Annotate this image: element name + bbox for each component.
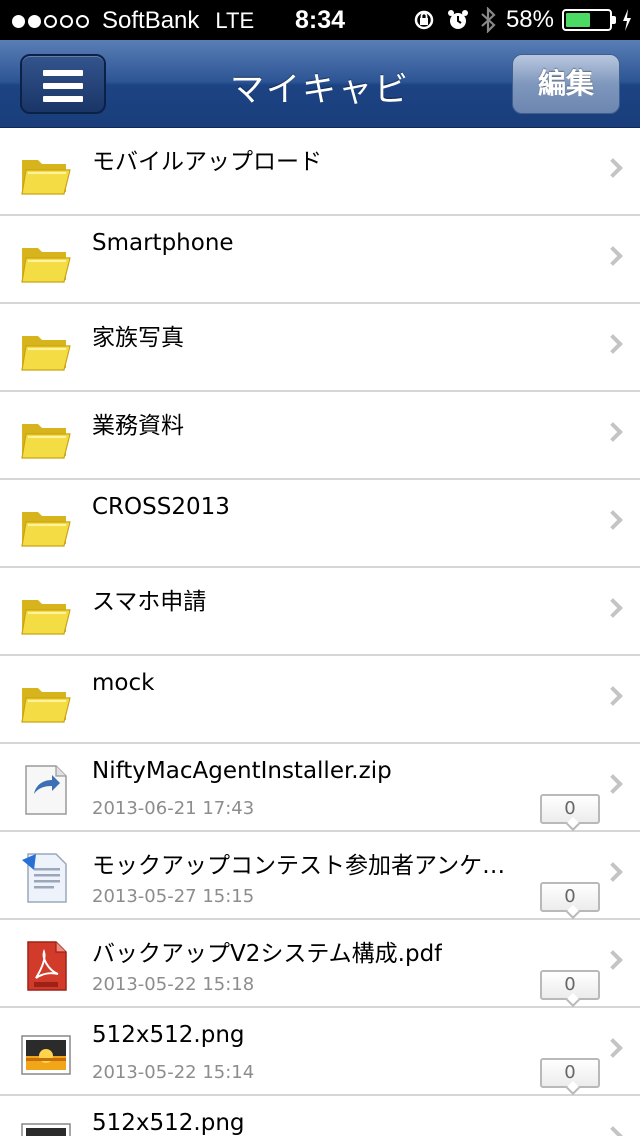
list-item[interactable]: 512x512.png (0, 1096, 640, 1136)
file-list[interactable]: モバイルアップロード Smartphone 家族写真 業務資料 CROSS201… (0, 128, 640, 1136)
battery-level (566, 13, 591, 27)
navigation-bar: マイキャビ 編集 (0, 40, 640, 128)
chevron-right-icon (603, 1038, 623, 1058)
page-title: マイキャビ (230, 70, 410, 110)
item-title: バックアップV2システム構成.pdf (92, 941, 443, 967)
folder-icon (20, 324, 72, 376)
chevron-right-icon (603, 510, 623, 530)
status-right: 58% (412, 6, 632, 34)
image-file-icon (20, 1116, 72, 1136)
item-title: モックアップコンテスト参加者アンケ… (92, 853, 506, 879)
document-file-icon (20, 852, 72, 904)
item-date: 2013-06-21 17:43 (92, 798, 255, 819)
item-title: モバイルアップロード (92, 149, 322, 175)
chevron-right-icon (603, 158, 623, 178)
bluetooth-icon (480, 7, 496, 33)
list-item[interactable]: バックアップV2システム構成.pdf 2013-05-22 15:18 0 (0, 920, 640, 1008)
comment-count-badge[interactable]: 0 (540, 970, 600, 1000)
list-item[interactable]: mock (0, 656, 640, 744)
chevron-right-icon (603, 598, 623, 618)
chevron-right-icon (603, 774, 623, 794)
battery-percent: 58% (505, 6, 554, 33)
chevron-right-icon (603, 334, 623, 354)
comment-count-badge[interactable]: 0 (540, 1058, 600, 1088)
charging-icon (622, 9, 632, 31)
chevron-right-icon (603, 422, 623, 442)
item-title: 512x512.png (92, 1022, 245, 1048)
item-title: Smartphone (92, 230, 234, 256)
list-item[interactable]: 512x512.png 2013-05-22 15:14 0 (0, 1008, 640, 1096)
item-date: 2013-05-27 15:15 (92, 886, 255, 907)
item-title: 512x512.png (92, 1110, 245, 1136)
folder-icon (20, 500, 72, 552)
list-item[interactable]: スマホ申請 (0, 568, 640, 656)
chevron-right-icon (603, 950, 623, 970)
rotation-lock-icon (412, 8, 436, 32)
chevron-right-icon (603, 1126, 623, 1136)
list-item[interactable]: 家族写真 (0, 304, 640, 392)
menu-button[interactable] (20, 54, 106, 114)
item-title: CROSS2013 (92, 494, 230, 520)
folder-icon (20, 588, 72, 640)
list-item[interactable]: CROSS2013 (0, 480, 640, 568)
list-item[interactable]: NiftyMacAgentInstaller.zip 2013-06-21 17:… (0, 744, 640, 832)
item-date: 2013-05-22 15:18 (92, 974, 255, 995)
folder-icon (20, 236, 72, 288)
pdf-file-icon (20, 940, 72, 992)
item-title: スマホ申請 (92, 589, 207, 615)
zip-file-icon (20, 764, 72, 816)
item-title: mock (92, 670, 155, 696)
item-title: 業務資料 (92, 413, 184, 439)
item-title: NiftyMacAgentInstaller.zip (92, 758, 392, 784)
alarm-icon (446, 8, 470, 32)
comment-count-badge[interactable]: 0 (540, 882, 600, 912)
list-item[interactable]: 業務資料 (0, 392, 640, 480)
folder-icon (20, 412, 72, 464)
list-item[interactable]: Smartphone (0, 216, 640, 304)
chevron-right-icon (603, 246, 623, 266)
item-date: 2013-05-22 15:14 (92, 1062, 255, 1083)
edit-button[interactable]: 編集 (512, 54, 620, 114)
list-item[interactable]: モックアップコンテスト参加者アンケ… 2013-05-27 15:15 0 (0, 832, 640, 920)
folder-icon (20, 148, 72, 200)
chevron-right-icon (603, 686, 623, 706)
status-bar: SoftBank LTE 8:34 58% (0, 0, 640, 40)
folder-icon (20, 676, 72, 728)
list-item[interactable]: モバイルアップロード (0, 128, 640, 216)
image-file-icon (20, 1028, 72, 1080)
item-title: 家族写真 (92, 325, 184, 351)
chevron-right-icon (603, 862, 623, 882)
battery-icon (562, 9, 616, 31)
comment-count-badge[interactable]: 0 (540, 794, 600, 824)
